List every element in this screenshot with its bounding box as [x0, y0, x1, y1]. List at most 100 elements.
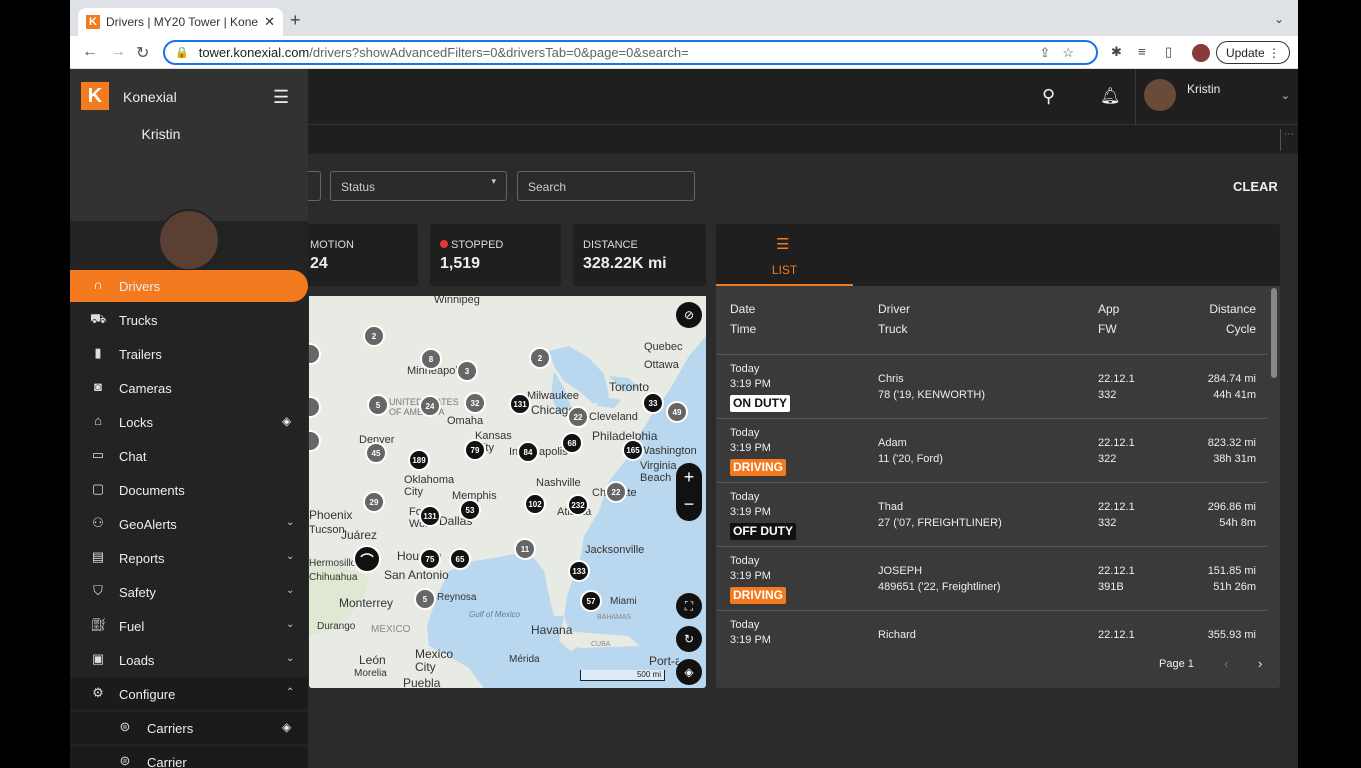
row-truck: 489651 ('22, Freightliner)	[878, 579, 1001, 595]
search-icon[interactable]: ⚲	[1042, 86, 1055, 107]
map-cluster[interactable]: 68	[561, 432, 583, 454]
sidebar-item-loads[interactable]: ▣ Loads ⌄	[70, 644, 308, 676]
hide-map-icon[interactable]: ⊘	[676, 302, 702, 328]
distance-label: DISTANCE	[583, 239, 638, 251]
map-cluster[interactable]: 11	[514, 538, 536, 560]
sidebar-item-chat[interactable]: ▭ Chat	[70, 440, 308, 472]
table-row[interactable]: Today 3:19 PM DRIVING JOSEPH 489651 ('22…	[716, 546, 1268, 610]
table-row[interactable]: Today 3:19 PM DRIVING Adam 11 ('20, Ford…	[716, 418, 1268, 482]
map-label: Omaha	[447, 415, 483, 427]
map-cluster[interactable]: 65	[449, 548, 471, 570]
sidebar-item-trucks[interactable]: ⛟ Trucks	[70, 304, 308, 336]
refresh-icon[interactable]: ↻	[676, 626, 702, 652]
table-row[interactable]: Today 3:19 PM OFF DUTY Thad 27 ('07, FRE…	[716, 482, 1268, 546]
map-cluster[interactable]: 3	[456, 360, 478, 382]
map-cluster[interactable]: 2	[363, 325, 385, 347]
sidebar-item-drivers[interactable]: ∩ Drivers	[70, 270, 308, 302]
prev-page-icon[interactable]: ‹	[1224, 656, 1228, 671]
bell-icon[interactable]: 🔔︎	[1100, 86, 1120, 106]
chevron-down-icon: ⌄	[286, 517, 294, 528]
map-cluster[interactable]: 5	[414, 588, 436, 610]
media-icon[interactable]: ≡	[1138, 44, 1146, 59]
motion-label: MOTION	[310, 239, 354, 251]
driver-location-marker[interactable]: ⌒	[353, 545, 381, 573]
sidebar-item-trailers[interactable]: ▮ Trailers	[70, 338, 308, 370]
map-cluster[interactable]: 53	[459, 499, 481, 521]
sidebar-item-fuel[interactable]: ⛽︎ Fuel ⌄	[70, 610, 308, 642]
tab-list[interactable]: ☰ LIST	[716, 224, 853, 286]
address-bar[interactable]: 🔒 tower.konexial.com/drivers?showAdvance…	[163, 40, 1098, 65]
back-icon[interactable]: ←	[82, 43, 98, 61]
premium-diamond-icon: ◈	[282, 414, 291, 428]
map-cluster[interactable]: 57	[580, 590, 602, 612]
map-cluster[interactable]: 29	[363, 491, 385, 513]
fullscreen-icon[interactable]: ⛶	[676, 593, 702, 619]
sidebar-item-documents[interactable]: ▢ Documents	[70, 474, 308, 506]
map-cluster[interactable]: 102	[524, 493, 546, 515]
map-label: Jacksonville	[585, 544, 644, 556]
map-cluster[interactable]: 75	[419, 548, 441, 570]
zoom-in-button[interactable]: +	[676, 463, 702, 492]
side-panel-icon[interactable]: ▯	[1165, 44, 1172, 60]
map-cluster[interactable]: 49	[666, 401, 688, 423]
more-icon[interactable]: ⋯	[1280, 129, 1294, 151]
zoom-out-button[interactable]: −	[676, 492, 702, 521]
map-label: BAHAMAS	[597, 614, 631, 621]
map-cluster[interactable]: 32	[464, 392, 486, 414]
map-label: Nashville	[536, 477, 581, 489]
carrier-icon: ⊜	[117, 753, 133, 768]
map-cluster[interactable]: 22	[605, 481, 627, 503]
user-menu[interactable]: Kristin ⌄	[1135, 69, 1298, 124]
chevron-down-icon: ⌄	[286, 551, 294, 562]
map-cluster[interactable]: 24	[419, 395, 441, 417]
status-select[interactable]: Status ▾	[330, 171, 507, 201]
row-driver: Adam	[878, 435, 907, 451]
chevron-down-icon: ⌄	[286, 653, 294, 664]
sidebar-item-reports[interactable]: ▤ Reports ⌄	[70, 542, 308, 574]
sidebar-item-locks[interactable]: ⌂ Locks ◈	[70, 406, 308, 438]
browser-tab[interactable]: K Drivers | MY20 Tower | Konexial ✕	[78, 8, 283, 36]
sidebar-item-carriers[interactable]: ⊜ Carriers ◈	[70, 712, 308, 744]
hamburger-menu-icon[interactable]: ☰	[273, 87, 289, 108]
map-cluster[interactable]: 79	[464, 439, 486, 461]
table-row[interactable]: Today 3:19 PM Richard 22.12.1 355.93 mi	[716, 610, 1268, 650]
row-cycle: 51h 26m	[1213, 579, 1256, 595]
map-cluster[interactable]: 232	[567, 494, 589, 516]
map-cluster[interactable]: 45	[365, 442, 387, 464]
reload-icon[interactable]: ↻	[136, 43, 149, 63]
sidebar-item-cameras[interactable]: ◙ Cameras	[70, 372, 308, 404]
update-button[interactable]: Update ⋮	[1216, 41, 1290, 64]
profile-avatar[interactable]	[1192, 44, 1210, 62]
share-bookmark-icons[interactable]: ⇪☆	[1039, 45, 1086, 61]
map-cluster[interactable]: 131	[419, 505, 441, 527]
table-row[interactable]: Today 3:19 PM ON DUTY Chris 78 ('19, KEN…	[716, 354, 1268, 418]
map-cluster[interactable]: 5	[367, 394, 389, 416]
list-icon: ☰	[776, 235, 789, 253]
sidebar-item-safety[interactable]: ⛉ Safety ⌄	[70, 576, 308, 608]
map-cluster[interactable]: 22	[567, 406, 589, 428]
map[interactable]: Winnipeg Quebec Ottawa Minneapolis Toron…	[309, 296, 706, 688]
map-cluster[interactable]: 131	[509, 393, 531, 415]
new-tab-icon[interactable]: +	[290, 10, 301, 31]
sidebar-item-geoalerts[interactable]: ⚇ GeoAlerts ⌄	[70, 508, 308, 540]
map-cluster[interactable]: 33	[642, 392, 664, 414]
close-tab-icon[interactable]: ✕	[264, 14, 275, 30]
layers-icon[interactable]: ◈	[676, 659, 702, 685]
map-cluster[interactable]: 133	[568, 560, 590, 582]
map-cluster[interactable]: 8	[420, 348, 442, 370]
map-cluster[interactable]: 2	[529, 347, 551, 369]
row-truck: 27 ('07, FREIGHTLINER)	[878, 515, 1002, 531]
map-cluster[interactable]: 165	[622, 439, 644, 461]
map-cluster[interactable]: 84	[517, 441, 539, 463]
next-page-icon[interactable]: ›	[1258, 656, 1262, 671]
clear-button[interactable]: CLEAR	[1233, 179, 1278, 194]
extensions-icon[interactable]: ✱	[1111, 44, 1122, 60]
list-scrollbar[interactable]	[1271, 288, 1277, 378]
search-input[interactable]: Search	[517, 171, 695, 201]
tab-search-icon[interactable]: ⌄	[1274, 12, 1284, 26]
map-cluster[interactable]: 189	[408, 449, 430, 471]
forward-icon[interactable]: →	[110, 43, 126, 61]
sidebar-item-configure[interactable]: ⚙ Configure ⌃	[70, 678, 308, 710]
sidebar-item-carrier[interactable]: ⊜ Carrier	[70, 746, 308, 768]
col-cycle: Cycle	[1226, 322, 1256, 336]
